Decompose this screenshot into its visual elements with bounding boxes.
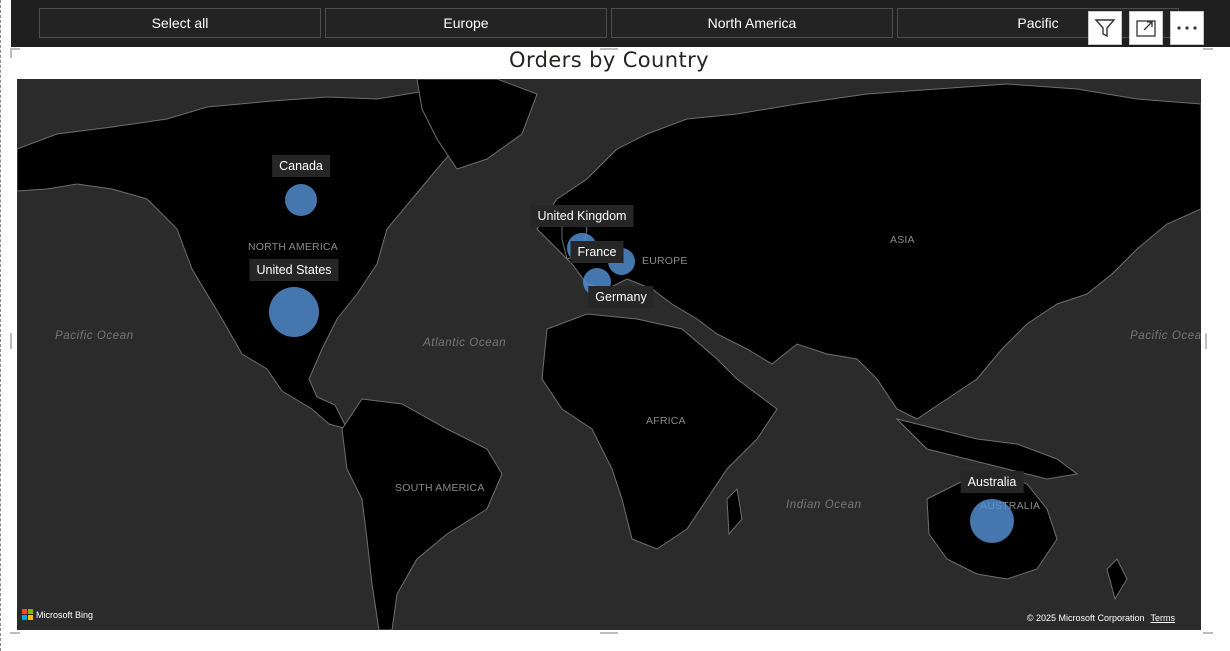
resize-handle-top-left-v[interactable] bbox=[10, 48, 12, 58]
label-germany: Germany bbox=[588, 286, 654, 308]
label-united-kingdom: United Kingdom bbox=[530, 205, 634, 227]
terms-link[interactable]: Terms bbox=[1151, 613, 1176, 623]
land-new-zealand bbox=[1106, 558, 1128, 601]
land-africa bbox=[541, 313, 778, 550]
map-canvas[interactable]: NORTH AMERICA EUROPE ASIA AFRICA SOUTH A… bbox=[17, 79, 1201, 630]
bubble-united-states[interactable] bbox=[269, 287, 319, 337]
land-south-america bbox=[341, 398, 503, 630]
resize-handle-top-right[interactable] bbox=[1203, 48, 1213, 50]
copyright-text: © 2025 Microsoft Corporation bbox=[1026, 613, 1145, 623]
resize-handle-left[interactable] bbox=[10, 333, 12, 349]
ocean-label-atlantic: Atlantic Ocean bbox=[423, 337, 507, 349]
visual-title: Orders by Country bbox=[509, 48, 709, 72]
land-madagascar bbox=[726, 487, 743, 536]
bing-label: Microsoft Bing bbox=[36, 609, 94, 620]
land-southeast-asia bbox=[895, 418, 1079, 480]
label-canada: Canada bbox=[272, 155, 330, 177]
resize-handle-top[interactable] bbox=[600, 48, 618, 50]
label-australia: Australia bbox=[960, 471, 1024, 493]
continent-label-asia: ASIA bbox=[890, 234, 915, 246]
continent-label-africa: AFRICA bbox=[646, 415, 686, 427]
continent-label-south-america: SOUTH AMERICA bbox=[395, 482, 485, 494]
map-copyright: © 2025 Microsoft Corporation Terms bbox=[1027, 613, 1175, 623]
focus-mode-icon[interactable] bbox=[1129, 11, 1163, 45]
label-france: France bbox=[570, 241, 624, 263]
resize-handle-right[interactable] bbox=[1205, 333, 1207, 349]
slicer-north-america[interactable]: North America bbox=[611, 8, 893, 38]
ocean-label-indian: Indian Ocean bbox=[786, 499, 862, 511]
world-landmass bbox=[17, 79, 1201, 630]
more-options-icon[interactable] bbox=[1170, 11, 1204, 45]
bubble-canada[interactable] bbox=[285, 184, 317, 216]
bing-attribution: Microsoft Bing bbox=[22, 609, 93, 620]
ocean-label-pacific-east: Pacific Ocea bbox=[1130, 330, 1201, 342]
filter-icon[interactable] bbox=[1088, 11, 1122, 45]
continent-label-europe: EUROPE bbox=[642, 255, 688, 267]
bubble-australia[interactable] bbox=[970, 499, 1014, 543]
slicer-select-all[interactable]: Select all bbox=[39, 8, 321, 38]
slicer-europe[interactable]: Europe bbox=[325, 8, 607, 38]
label-united-states: United States bbox=[249, 259, 339, 281]
resize-handle-bottom-left[interactable] bbox=[10, 632, 20, 634]
ocean-label-pacific-west: Pacific Ocean bbox=[55, 330, 134, 342]
resize-handle-bottom[interactable] bbox=[600, 632, 618, 634]
region-slicer: Select all Europe North America Pacific bbox=[11, 0, 1230, 47]
page-edge bbox=[0, 0, 2, 651]
resize-handle-bottom-right[interactable] bbox=[1203, 632, 1213, 634]
microsoft-logo-icon bbox=[22, 609, 33, 620]
continent-label-north-america: NORTH AMERICA bbox=[248, 241, 338, 253]
